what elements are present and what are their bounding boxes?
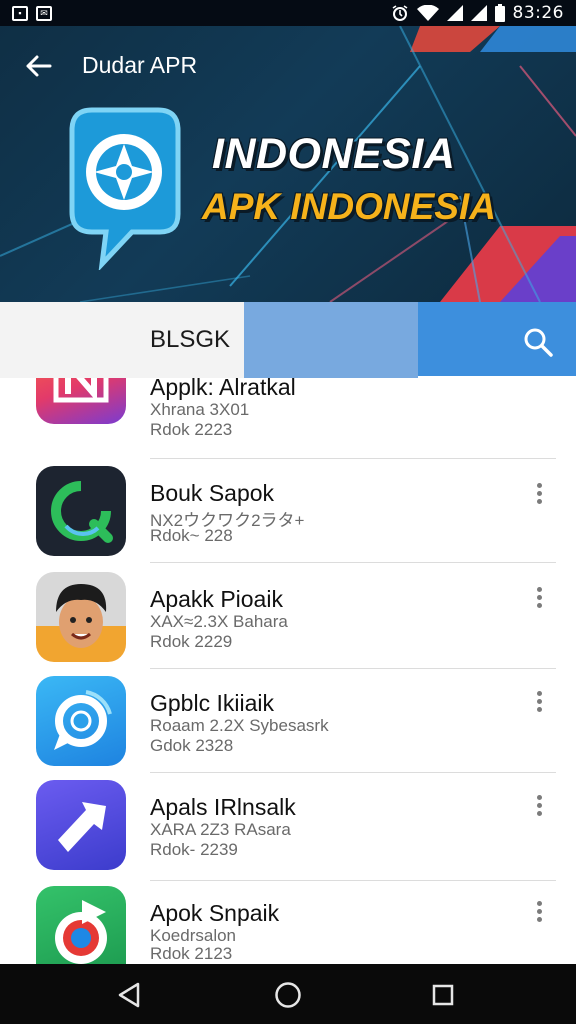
app-version: Koedrsalon <box>150 926 237 945</box>
wifi-icon <box>416 5 439 21</box>
app-date: Rdok 2223 <box>150 420 233 439</box>
header-banner: Dudar APR INDONESIA APK INDONESIA <box>0 26 576 302</box>
chat-bubble-logo-icon <box>69 107 181 270</box>
back-button[interactable] <box>22 50 54 82</box>
app-list-item[interactable]: Apals IRlnsalk XARA 2Z3 RAsara Rdok- 223… <box>0 778 576 882</box>
overflow-menu-button[interactable] <box>528 896 550 926</box>
nav-back-button[interactable] <box>112 978 146 1012</box>
app-name: Bouk Sapok <box>150 480 275 506</box>
app-version: Roaam 2.2X Sybesasrk <box>150 716 329 735</box>
app-name: Apok Snpaik <box>150 900 280 926</box>
app-version: XARA 2Z3 RAsara <box>150 820 291 839</box>
recents-square-icon <box>432 984 454 1006</box>
status-left: ▪ ✉ <box>12 5 52 21</box>
overflow-menu-button[interactable] <box>528 582 550 612</box>
signal-icon <box>446 5 463 21</box>
gallery-icon: ▪ <box>12 5 28 21</box>
search-icon <box>524 328 553 357</box>
message-icon: ✉ <box>36 5 52 21</box>
avatar-face-icon <box>36 572 126 662</box>
app-name: Gpblc Ikiiaik <box>150 690 274 716</box>
chat-ring-icon <box>36 676 126 766</box>
battery-icon <box>494 4 505 22</box>
nav-home-button[interactable] <box>271 978 305 1012</box>
status-time: 83:26 <box>512 3 564 23</box>
banner-subtitle: APK INDONESIA <box>202 186 496 227</box>
status-bar: ▪ ✉ 83:26 <box>0 0 576 26</box>
arrow-share-icon <box>36 780 126 870</box>
refresh-ring-icon <box>36 466 126 556</box>
divider <box>150 458 556 459</box>
target-flag-icon <box>36 886 126 964</box>
app-list-item[interactable]: Apok Snpaik Koedrsalon Rdok 2123 <box>0 886 576 964</box>
search-input[interactable] <box>150 326 240 354</box>
app-name: Apakk Pioaik <box>150 586 283 612</box>
app-name: Apals IRlnsalk <box>150 794 296 820</box>
divider <box>150 562 556 563</box>
home-circle-icon <box>275 982 301 1008</box>
app-version: XAX≈2.3X Bahara <box>150 612 288 631</box>
app-name: Applk: Alratkal <box>150 374 296 400</box>
navigation-bar <box>0 964 576 1024</box>
signal-icon <box>470 5 487 21</box>
search-button[interactable] <box>520 324 556 360</box>
app-list-item[interactable]: Bouk Sapok NX2ウクワク2ラタ+ Rdok~ 228 <box>0 466 576 570</box>
banner-title: INDONESIA <box>212 130 456 178</box>
divider <box>150 880 556 881</box>
overflow-menu-button[interactable] <box>528 478 550 508</box>
back-triangle-icon <box>118 982 140 1008</box>
app-date: Gdok 2328 <box>150 736 234 755</box>
app-date: Rdok- 2239 <box>150 840 238 859</box>
app-list: Applk: Alratkal Xhrana 3X01 Rdok 2223 Bo… <box>0 330 576 964</box>
app-list-item[interactable]: Gpblc Ikiiaik Roaam 2.2X Sybesasrk Gdok … <box>0 674 576 778</box>
app-version: Xhrana 3X01 <box>150 400 250 419</box>
alarm-icon <box>392 5 407 21</box>
nav-recents-button[interactable] <box>426 978 460 1012</box>
app-list-item[interactable]: Apakk Pioaik XAX≈2.3X Bahara Rdok 2229 <box>0 570 576 674</box>
app-date: Rdok~ 228 <box>150 526 233 545</box>
search-field-highlight <box>244 302 418 378</box>
app-date: Rdok 2123 <box>150 944 233 963</box>
overflow-menu-button[interactable] <box>528 790 550 820</box>
search-bar <box>0 302 576 378</box>
arrow-left-icon <box>26 55 52 77</box>
status-right: 83:26 <box>391 3 565 23</box>
divider <box>150 772 556 773</box>
page-title: Dudar APR <box>82 52 198 78</box>
app-date: Rdok 2229 <box>150 632 233 651</box>
overflow-menu-button[interactable] <box>528 686 550 716</box>
divider <box>150 668 556 669</box>
